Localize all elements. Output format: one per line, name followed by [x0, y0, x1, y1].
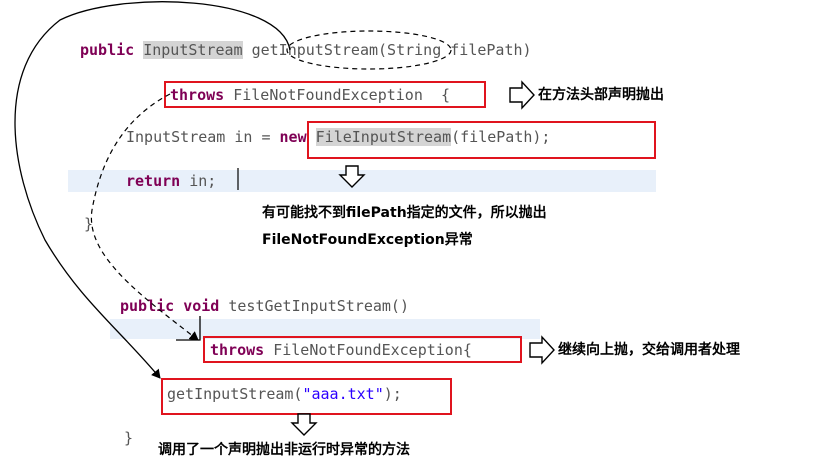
keyword-public: public [120, 297, 175, 315]
hollow-right-arrow-icon [529, 335, 555, 365]
type-inputstream: InputStream [143, 41, 243, 59]
hollow-down-arrow-icon [290, 413, 318, 436]
note-declare-in-header: 在方法头部声明抛出 [538, 87, 664, 103]
return-value: in; [189, 172, 217, 190]
hollow-right-arrow-icon [509, 80, 535, 110]
note-called-method: 调用了一个声明抛出非运行时异常的方法 [158, 442, 410, 458]
note-propagate-up: 继续向上抛，交给调用者处理 [558, 342, 740, 358]
call-box [161, 378, 452, 415]
method2-close-brace: } [124, 429, 134, 447]
method1-signature: public InputStream getInputStream(String… [80, 40, 532, 60]
note-may-not-find-line1: 有可能找不到filePath指定的文件，所以抛出 [262, 205, 547, 221]
keyword-void: void [183, 297, 220, 315]
note-may-not-find-line2: FileNotFoundException异常 [262, 232, 473, 248]
method1-close-brace: } [84, 215, 94, 233]
keyword-return: return [126, 172, 181, 190]
method2-signature: public void testGetInputStream() [120, 296, 409, 316]
diagram-canvas: public InputStream getInputStream(String… [0, 0, 813, 465]
new-expression-box [307, 121, 656, 159]
method-name-getinputstream: getInputStream [251, 41, 379, 59]
method-params: (String filePath) [378, 41, 532, 59]
keyword-public: public [80, 41, 135, 59]
method-name-testgetinputstream: testGetInputStream() [228, 297, 409, 315]
throws-box-2 [203, 336, 522, 363]
keyword-new: new [279, 128, 307, 146]
method1-return-line: return in; [126, 171, 216, 191]
var-declaration: InputStream in = [126, 128, 271, 146]
throws-box-1 [164, 81, 486, 108]
